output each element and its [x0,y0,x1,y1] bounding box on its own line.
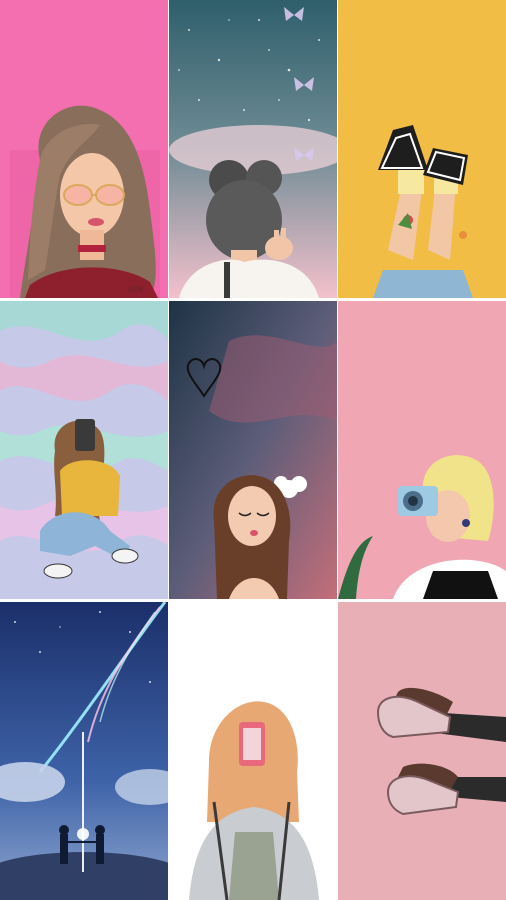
wallpaper-grid: SNW [0,0,506,900]
legs-sneakers-pink-image [338,602,506,900]
girl-camera-pink-background-image [338,301,506,599]
wallpaper-tile-4[interactable] [0,301,168,599]
girl-sunglasses-portrait-image: SNW [0,0,168,298]
girl-butterflies-starry-sky-image [169,0,337,298]
wallpaper-tile-9[interactable] [338,602,506,900]
wallpaper-tile-3[interactable] [338,0,506,298]
girl-marble-background-image [0,301,168,599]
wallpaper-tile-7[interactable] [0,602,168,900]
sneakers-yellow-background-image [338,0,506,298]
hijab-girl-phone-image [169,602,337,900]
wallpaper-tile-6[interactable] [338,301,506,599]
girl-heart-night-sky-image [169,301,337,599]
artist-signature: SNW [128,285,145,294]
wallpaper-tile-8[interactable] [169,602,337,900]
wallpaper-tile-5[interactable] [169,301,337,599]
wallpaper-tile-2[interactable] [169,0,337,298]
wallpaper-tile-1[interactable]: SNW [0,0,168,298]
couple-comet-sky-image [0,602,168,900]
